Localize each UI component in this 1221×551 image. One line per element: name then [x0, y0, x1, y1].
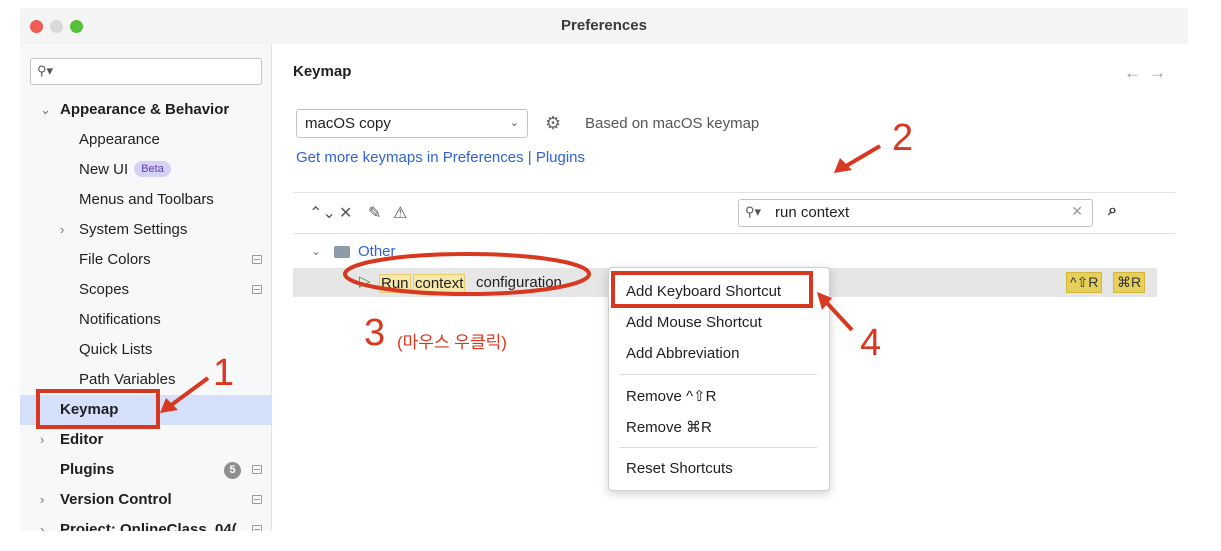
- run-icon: ▷: [359, 273, 371, 290]
- sidebar-item-label: Project: OnlineClass_04(: [60, 521, 237, 531]
- menu-item-add-abbreviation[interactable]: Add Abbreviation: [626, 345, 739, 362]
- sidebar-search-input[interactable]: ⚲▾: [30, 58, 262, 85]
- action-label-match: Run: [379, 274, 411, 293]
- menu-item-reset-shortcuts[interactable]: Reset Shortcuts: [626, 460, 733, 477]
- sidebar-item-label: Scopes: [79, 281, 130, 298]
- edit-icon[interactable]: ✎: [368, 203, 381, 223]
- folder-icon: [334, 246, 350, 258]
- sidebar-item-version-control[interactable]: › Version Control: [20, 485, 272, 515]
- sidebar-item-label: Keymap: [60, 401, 119, 418]
- annotation-step3: 3: [364, 312, 386, 354]
- project-level-icon: [252, 525, 262, 531]
- page-title: Keymap: [293, 63, 352, 80]
- menu-item-add-keyboard-shortcut[interactable]: Add Keyboard Shortcut: [626, 283, 781, 300]
- warning-icon[interactable]: ⚠: [393, 203, 407, 223]
- menu-item-remove-ctrl-shift-r[interactable]: Remove ^⇧R: [626, 387, 716, 405]
- sidebar-item-appearance[interactable]: Appearance: [20, 125, 272, 155]
- sidebar-item-label: Menus and Toolbars: [79, 191, 214, 208]
- menu-separator: [619, 447, 817, 448]
- search-icon: ⚲▾: [37, 63, 54, 78]
- menu-item-add-mouse-shortcut[interactable]: Add Mouse Shortcut: [626, 314, 762, 331]
- annotation-step4: 4: [860, 322, 882, 364]
- keymap-search-value: run context: [775, 204, 850, 221]
- sidebar-item-label: Notifications: [79, 311, 161, 328]
- sidebar-item-project[interactable]: › Project: OnlineClass_04(: [20, 515, 272, 531]
- sidebar-item-label: Appearance & Behavior: [60, 101, 230, 118]
- clear-icon[interactable]: ✕: [1071, 203, 1083, 220]
- annotation-step1: 1: [213, 352, 235, 394]
- based-on-label: Based on macOS keymap: [585, 115, 760, 132]
- search-icon: ⚲▾: [745, 204, 762, 219]
- forward-arrow-icon[interactable]: →: [1149, 63, 1174, 82]
- keymap-select[interactable]: macOS copy ⌄: [296, 109, 528, 138]
- chevron-down-icon[interactable]: ⌄: [40, 95, 51, 125]
- settings-sidebar: ⚲▾ ⌄ Appearance & Behavior Appearance Ne…: [20, 44, 272, 531]
- sidebar-item-scopes[interactable]: Scopes: [20, 275, 272, 305]
- title-bar: Preferences: [20, 8, 1188, 44]
- sidebar-item-keymap[interactable]: Keymap: [20, 395, 272, 425]
- back-arrow-icon[interactable]: ←: [1124, 63, 1149, 82]
- chevron-down-icon: ⌄: [509, 117, 519, 129]
- sidebar-item-path-variables[interactable]: Path Variables: [20, 365, 272, 395]
- annotation-step3-note: (마우스 우클릭): [397, 333, 507, 352]
- project-level-icon: [252, 285, 262, 294]
- collapse-all-icon[interactable]: ✕: [339, 203, 352, 223]
- sidebar-item-menus-toolbars[interactable]: Menus and Toolbars: [20, 185, 272, 215]
- project-level-icon: [252, 495, 262, 504]
- sidebar-item-label: Path Variables: [79, 371, 176, 388]
- context-menu: Add Keyboard Shortcut Add Mouse Shortcut…: [608, 267, 830, 491]
- sidebar-item-label: Quick Lists: [79, 341, 153, 358]
- window-title: Preferences: [561, 17, 647, 34]
- sidebar-item-label: File Colors: [79, 251, 151, 268]
- annotation-step2: 2: [892, 117, 914, 159]
- sidebar-item-label: Appearance: [79, 131, 160, 148]
- sidebar-item-label: Plugins: [60, 461, 115, 478]
- beta-badge: Beta: [134, 161, 171, 177]
- sidebar-item-label: New UI: [79, 161, 129, 178]
- sidebar-item-label: System Settings: [79, 221, 188, 238]
- sidebar-item-editor[interactable]: › Editor: [20, 425, 272, 455]
- sidebar-item-plugins[interactable]: Plugins 5: [20, 455, 272, 485]
- sidebar-item-label: Version Control: [60, 491, 172, 508]
- gear-icon[interactable]: ⚙: [545, 113, 561, 134]
- get-more-keymaps-link[interactable]: Get more keymaps in Preferences | Plugin…: [296, 149, 585, 166]
- sidebar-item-system-settings[interactable]: › System Settings: [20, 215, 272, 245]
- chevron-down-icon[interactable]: ⌄: [311, 244, 321, 258]
- preferences-window: Preferences ⚲▾ ⌄ Appearance & Behavior A…: [20, 8, 1188, 531]
- sidebar-item-quick-lists[interactable]: Quick Lists: [20, 335, 272, 365]
- find-by-shortcut-icon[interactable]: ⌕: [1108, 202, 1117, 220]
- keymap-select-value: macOS copy: [305, 115, 391, 132]
- tree-group-label: Other: [358, 243, 396, 260]
- action-label-match: context: [413, 274, 466, 293]
- sidebar-item-new-ui[interactable]: New UI Beta: [20, 155, 272, 185]
- keymap-search-input[interactable]: ⚲▾ run context ✕: [738, 199, 1093, 227]
- project-level-icon: [252, 255, 262, 264]
- sidebar-item-file-colors[interactable]: File Colors: [20, 245, 272, 275]
- chevron-right-icon[interactable]: ›: [40, 425, 44, 455]
- navigation-arrows: ←→: [1124, 63, 1174, 83]
- chevron-right-icon[interactable]: ›: [40, 515, 44, 531]
- project-level-icon: [252, 465, 262, 474]
- tree-group-other[interactable]: ⌄ Other: [293, 242, 893, 264]
- menu-item-remove-cmd-r[interactable]: Remove ⌘R: [626, 418, 712, 436]
- shortcut-badge: ^⇧R: [1066, 272, 1103, 293]
- chevron-right-icon[interactable]: ›: [60, 215, 64, 245]
- plugins-update-count-badge: 5: [224, 462, 241, 479]
- chevron-right-icon[interactable]: ›: [40, 485, 44, 515]
- menu-separator: [619, 374, 817, 375]
- expand-all-icon[interactable]: ⌃⌄: [309, 203, 336, 223]
- action-label: configuration: [476, 274, 562, 291]
- sidebar-item-notifications[interactable]: Notifications: [20, 305, 272, 335]
- sidebar-item-label: Editor: [60, 431, 104, 448]
- sidebar-item-appearance-behavior[interactable]: ⌄ Appearance & Behavior: [20, 95, 272, 125]
- shortcut-badge: ⌘R: [1113, 272, 1146, 293]
